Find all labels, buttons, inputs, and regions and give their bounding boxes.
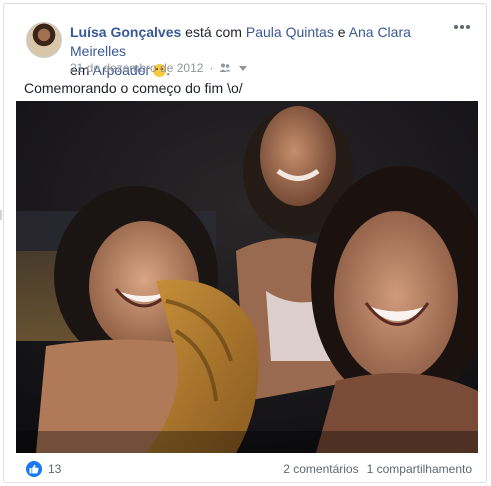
comments-count-link[interactable]: 2 comentários <box>283 462 358 476</box>
post-options-button[interactable] <box>452 20 472 34</box>
post-photo[interactable] <box>16 101 478 453</box>
author-link[interactable]: Luísa Gonçalves <box>70 24 181 40</box>
post-date[interactable]: 21 de dezembro de 2012 <box>70 61 203 75</box>
more-dot-icon <box>454 25 458 29</box>
shares-count-link[interactable]: 1 compartilhamento <box>367 462 472 476</box>
selfie-image <box>16 101 478 453</box>
edge-marker <box>0 210 2 220</box>
avatar[interactable] <box>26 22 62 58</box>
more-dot-icon <box>460 25 464 29</box>
tagged-person-1[interactable]: Paula Quintas <box>246 24 334 40</box>
more-dot-icon <box>466 25 470 29</box>
like-count[interactable]: 13 <box>48 462 61 476</box>
post-meta: 21 de dezembro de 2012 · <box>70 61 248 75</box>
audience-dropdown-icon[interactable] <box>239 65 248 71</box>
separator-dot: · <box>209 61 214 75</box>
friends-icon[interactable] <box>219 63 231 73</box>
with-text: está com <box>185 24 242 40</box>
post-text: Comemorando o começo do fim \o/ <box>24 80 243 96</box>
like-icon[interactable] <box>26 461 42 477</box>
post-card: Luísa Gonçalves está com Paula Quintas e… <box>3 3 487 483</box>
post-footer: 13 2 comentários 1 compartilhamento <box>26 459 472 479</box>
and-text: e <box>337 24 346 40</box>
